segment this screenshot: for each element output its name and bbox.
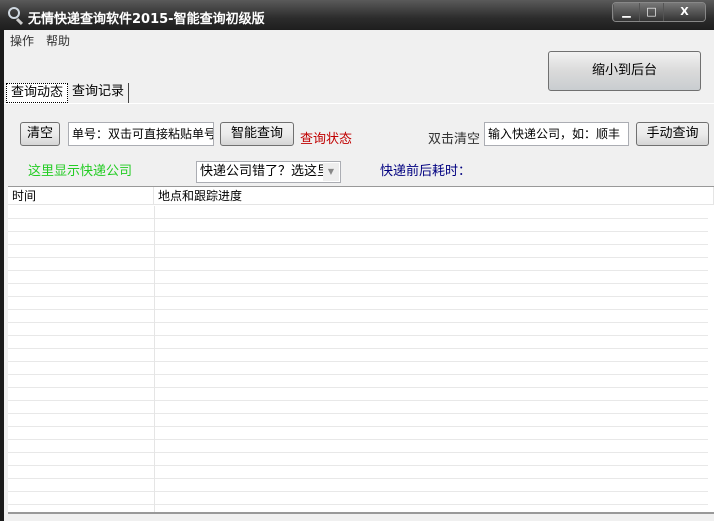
window-controls: ▁ □ X — [612, 2, 706, 22]
tab-bar: 查询动态 查询记录 — [6, 83, 130, 103]
chevron-down-icon[interactable]: ▼ — [323, 163, 339, 181]
close-button[interactable]: X — [663, 3, 705, 21]
column-header-time[interactable]: 时间 — [8, 187, 154, 204]
clear-button[interactable]: 清空 — [20, 122, 60, 146]
company-select[interactable]: 快递公司错了？选这里 ▼ — [196, 161, 341, 183]
tracking-list[interactable]: 时间 地点和跟踪进度 — [8, 186, 714, 514]
window-title: 无情快递查询软件2015-智能查询初级版 — [28, 12, 265, 27]
tab-query-history[interactable]: 查询记录 — [68, 83, 130, 103]
menu-operate[interactable]: 操作 — [10, 32, 34, 49]
minimize-to-tray-button[interactable]: 缩小到后台 — [548, 51, 701, 91]
column-divider — [154, 206, 155, 512]
menu-help[interactable]: 帮助 — [46, 32, 70, 49]
minimize-button[interactable]: ▁ — [613, 3, 639, 21]
tab-divider — [4, 103, 714, 104]
column-header-progress[interactable]: 地点和跟踪进度 — [154, 187, 714, 204]
menu-bar: 操作 帮助 — [10, 32, 70, 49]
company-select-value: 快递公司错了？选这里 — [200, 164, 331, 179]
tracking-number-input[interactable]: 单号：双击可直接粘贴单号 — [68, 122, 214, 146]
list-body — [8, 206, 708, 512]
tab-query-status[interactable]: 查询动态 — [6, 83, 69, 103]
manual-query-button[interactable]: 手动查询 — [636, 122, 709, 146]
company-input[interactable]: 输入快递公司，如：顺丰 — [484, 122, 629, 146]
maximize-button[interactable]: □ — [639, 3, 663, 21]
smart-query-button[interactable]: 智能查询 — [220, 122, 294, 146]
client-area: 操作 帮助 缩小到后台 查询动态 查询记录 清空 单号：双击可直接粘贴单号 智能… — [4, 30, 714, 521]
double-click-clear-label: 双击清空 — [428, 132, 481, 147]
company-display-label: 这里显示快递公司 — [28, 164, 133, 179]
list-header: 时间 地点和跟踪进度 — [8, 187, 714, 205]
query-status-label: 查询状态 — [300, 132, 353, 147]
magnifier-icon — [8, 7, 20, 19]
elapsed-time-label: 快递前后耗时： — [380, 164, 472, 179]
title-bar: 无情快递查询软件2015-智能查询初级版 ▁ □ X — [0, 0, 714, 30]
